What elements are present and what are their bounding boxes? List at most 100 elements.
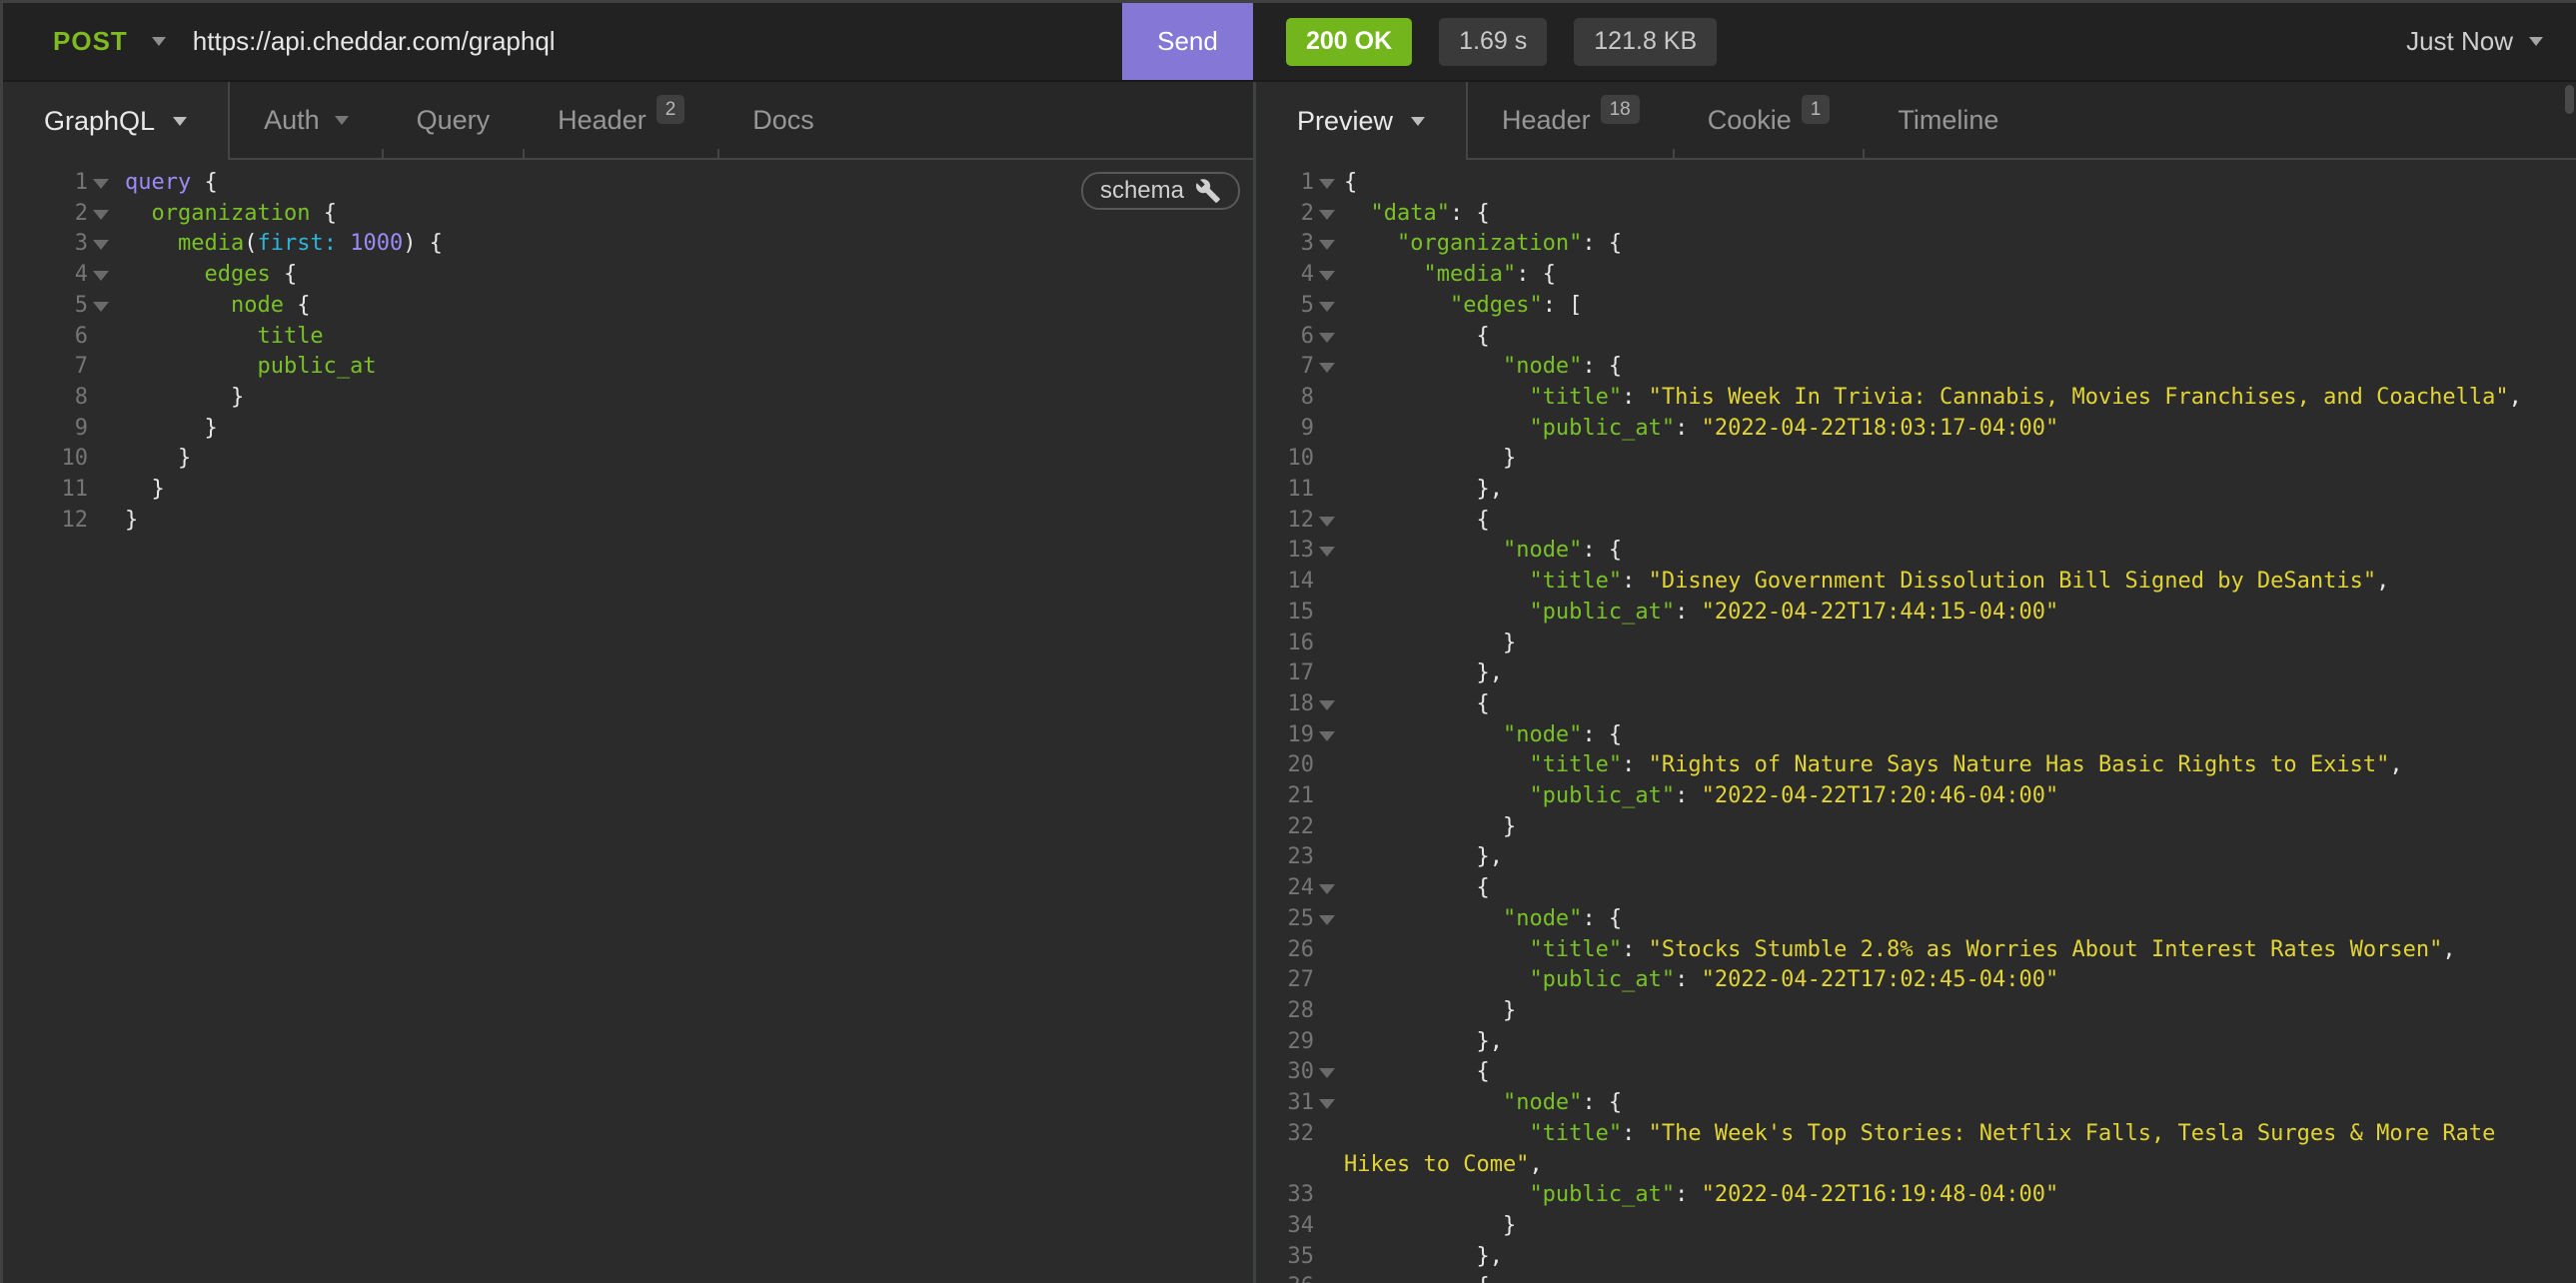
- code-text[interactable]: "data": {: [1344, 199, 2564, 230]
- code-text[interactable]: {: [1344, 1057, 2564, 1088]
- code-text[interactable]: title: [125, 322, 1253, 353]
- code-text[interactable]: organization {: [125, 199, 1253, 230]
- code-line[interactable]: 8 "title": "This Week In Trivia: Cannabi…: [1256, 383, 2564, 414]
- response-history-dropdown[interactable]: Just Now: [2406, 26, 2543, 57]
- code-text[interactable]: }: [1344, 629, 2564, 659]
- code-line[interactable]: 11 }: [3, 475, 1253, 506]
- code-line[interactable]: 3 media(first: 1000) {: [3, 229, 1253, 260]
- graphql-query-editor[interactable]: 1query {2 organization {3 media(first: 1…: [3, 160, 1253, 1283]
- code-text[interactable]: node {: [125, 291, 1253, 322]
- code-line[interactable]: 22 }: [1256, 812, 2564, 843]
- code-line[interactable]: 29 },: [1256, 1027, 2564, 1058]
- code-line[interactable]: 27 "public_at": "2022-04-22T17:02:45-04:…: [1256, 965, 2564, 996]
- code-line[interactable]: 3 "organization": {: [1256, 229, 2564, 260]
- code-line[interactable]: 8 }: [3, 383, 1253, 414]
- code-text[interactable]: "public_at": "2022-04-22T17:02:45-04:00": [1344, 965, 2564, 996]
- fold-arrow-icon[interactable]: [1314, 1272, 1344, 1283]
- code-line[interactable]: 4 edges {: [3, 260, 1253, 291]
- code-line[interactable]: 12 {: [1256, 506, 2564, 537]
- code-line[interactable]: 21 "public_at": "2022-04-22T17:20:46-04:…: [1256, 781, 2564, 812]
- code-text[interactable]: },: [1344, 1242, 2564, 1273]
- code-text[interactable]: {: [1344, 168, 2564, 199]
- fold-arrow-icon[interactable]: [1314, 1057, 1344, 1088]
- code-text[interactable]: "title": "Stocks Stumble 2.8% as Worries…: [1344, 935, 2564, 966]
- code-text[interactable]: {: [1344, 1272, 2564, 1283]
- code-line[interactable]: 31 "node": {: [1256, 1088, 2564, 1119]
- code-line[interactable]: 13 "node": {: [1256, 536, 2564, 567]
- code-line[interactable]: 11 },: [1256, 475, 2564, 506]
- fold-arrow-icon[interactable]: [88, 229, 125, 260]
- fold-arrow-icon[interactable]: [1314, 720, 1344, 751]
- fold-arrow-icon[interactable]: [1314, 322, 1344, 353]
- code-line[interactable]: 2 "data": {: [1256, 199, 2564, 230]
- code-text[interactable]: public_at: [125, 352, 1253, 383]
- code-line[interactable]: 4 "media": {: [1256, 260, 2564, 291]
- tab-timeline[interactable]: Timeline: [1864, 82, 2032, 158]
- response-json-viewer[interactable]: 1{2 "data": {3 "organization": {4 "media…: [1256, 160, 2576, 1283]
- code-text[interactable]: "node": {: [1344, 904, 2564, 935]
- code-text[interactable]: }: [125, 475, 1253, 506]
- code-text[interactable]: "public_at": "2022-04-22T18:03:17-04:00": [1344, 414, 2564, 445]
- code-text[interactable]: }: [125, 506, 1253, 537]
- fold-arrow-icon[interactable]: [1314, 1088, 1344, 1119]
- code-text[interactable]: "public_at": "2022-04-22T17:20:46-04:00": [1344, 781, 2564, 812]
- code-line[interactable]: 25 "node": {: [1256, 904, 2564, 935]
- code-text[interactable]: "organization": {: [1344, 229, 2564, 260]
- code-text[interactable]: "node": {: [1344, 536, 2564, 567]
- tab-query[interactable]: Query: [383, 82, 525, 158]
- code-line[interactable]: 15 "public_at": "2022-04-22T17:44:15-04:…: [1256, 598, 2564, 629]
- tab-preview[interactable]: Preview: [1256, 82, 1468, 160]
- fold-arrow-icon[interactable]: [1314, 291, 1344, 322]
- scrollbar-thumb[interactable]: [2565, 85, 2574, 114]
- tab-auth[interactable]: Auth: [230, 82, 383, 158]
- send-button[interactable]: Send: [1122, 3, 1253, 80]
- code-line[interactable]: 36 {: [1256, 1272, 2564, 1283]
- code-text[interactable]: }: [125, 444, 1253, 475]
- code-line[interactable]: 12}: [3, 506, 1253, 537]
- code-text[interactable]: {: [1344, 873, 2564, 904]
- code-text[interactable]: "node": {: [1344, 352, 2564, 383]
- code-text[interactable]: }: [125, 414, 1253, 445]
- code-text[interactable]: edges {: [125, 260, 1253, 291]
- fold-arrow-icon[interactable]: [1314, 904, 1344, 935]
- tab-header[interactable]: Header 2: [524, 82, 718, 158]
- code-text[interactable]: }: [125, 383, 1253, 414]
- code-text[interactable]: },: [1344, 658, 2564, 689]
- code-text[interactable]: "title": "Disney Government Dissolution …: [1344, 567, 2564, 598]
- code-line[interactable]: 5 node {: [3, 291, 1253, 322]
- tab-docs[interactable]: Docs: [718, 82, 848, 158]
- code-line[interactable]: 16 }: [1256, 629, 2564, 659]
- code-line[interactable]: 9 "public_at": "2022-04-22T18:03:17-04:0…: [1256, 414, 2564, 445]
- code-text[interactable]: {: [1344, 506, 2564, 537]
- code-line[interactable]: 28 }: [1256, 996, 2564, 1027]
- code-text[interactable]: "title": "This Week In Trivia: Cannabis,…: [1344, 383, 2564, 414]
- code-line[interactable]: 26 "title": "Stocks Stumble 2.8% as Worr…: [1256, 935, 2564, 966]
- code-text[interactable]: "public_at": "2022-04-22T17:44:15-04:00": [1344, 598, 2564, 629]
- code-line[interactable]: 10 }: [1256, 444, 2564, 475]
- code-text[interactable]: media(first: 1000) {: [125, 229, 1253, 260]
- schema-button[interactable]: schema: [1081, 172, 1240, 210]
- fold-arrow-icon[interactable]: [1314, 199, 1344, 230]
- code-text[interactable]: }: [1344, 1211, 2564, 1242]
- code-text[interactable]: }: [1344, 812, 2564, 843]
- code-line[interactable]: 2 organization {: [3, 199, 1253, 230]
- fold-arrow-icon[interactable]: [1314, 536, 1344, 567]
- code-line[interactable]: 6 title: [3, 322, 1253, 353]
- tab-body-graphql[interactable]: GraphQL: [3, 82, 230, 160]
- code-line[interactable]: 7 "node": {: [1256, 352, 2564, 383]
- fold-arrow-icon[interactable]: [1314, 168, 1344, 199]
- code-line[interactable]: 18 {: [1256, 689, 2564, 720]
- fold-arrow-icon[interactable]: [88, 199, 125, 230]
- code-line[interactable]: 7 public_at: [3, 352, 1253, 383]
- code-line[interactable]: 19 "node": {: [1256, 720, 2564, 751]
- code-text[interactable]: {: [1344, 689, 2564, 720]
- tab-cookie[interactable]: Cookie 1: [1674, 82, 1865, 158]
- code-line[interactable]: 10 }: [3, 444, 1253, 475]
- code-text[interactable]: "node": {: [1344, 720, 2564, 751]
- code-text[interactable]: "media": {: [1344, 260, 2564, 291]
- fold-arrow-icon[interactable]: [1314, 689, 1344, 720]
- code-line[interactable]: 34 }: [1256, 1211, 2564, 1242]
- fold-arrow-icon[interactable]: [1314, 873, 1344, 904]
- tab-response-header[interactable]: Header 18: [1468, 82, 1674, 158]
- code-line[interactable]: 1query {: [3, 168, 1253, 199]
